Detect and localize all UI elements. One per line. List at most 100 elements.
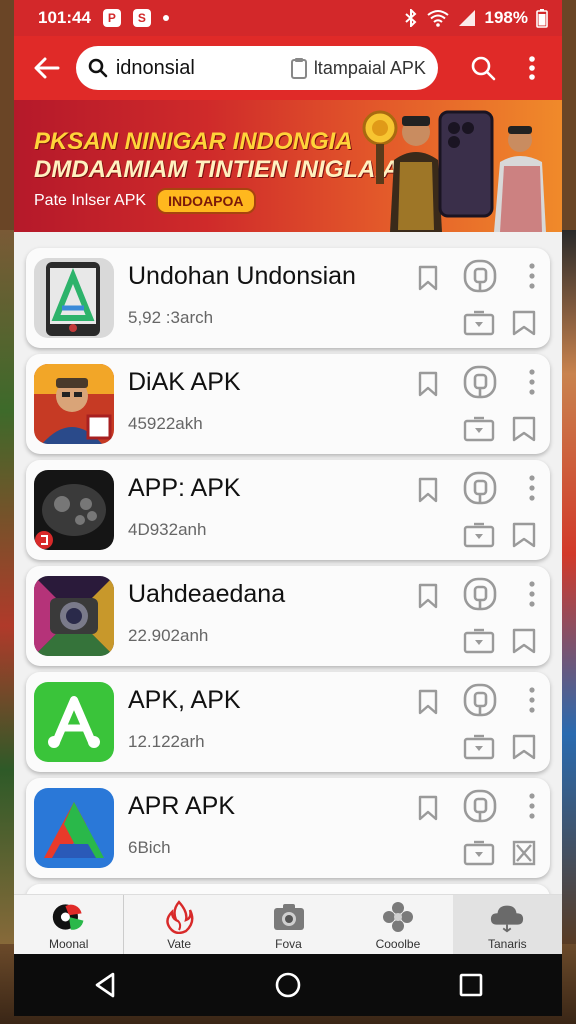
share-button[interactable] [462,682,498,718]
more-options-button[interactable] [515,48,550,88]
bookmark-icon [418,795,438,821]
bookmark-button[interactable] [414,580,442,612]
promo-banner[interactable]: PKSAN NINIGAR INDONGIA DMDAAMIAM TINTIEN… [14,100,562,232]
list-item[interactable]: Uahdeaedana 22.902anh [26,566,550,666]
list-item[interactable]: APR APK 6Bich [26,778,550,878]
status-bar: 101:44 P S 198% [14,0,562,36]
bookmark-icon [418,583,438,609]
install-button[interactable] [462,414,496,444]
tab-tanaris[interactable]: Tanaris [452,895,563,954]
tab-label: Vate [167,936,191,951]
more-button[interactable] [520,788,544,824]
search-icon [88,58,108,78]
tab-moonal[interactable]: Moonal [14,895,125,954]
list-item[interactable]: DiAK APK 45922akh [26,354,550,454]
banner-headline: PKSAN NINIGAR INDONGIA [34,128,353,155]
download-icon [463,734,495,760]
save-button[interactable] [510,308,538,338]
list-item[interactable]: Undohan Undonsian 5,92 :3arch [26,248,550,348]
bookmark-icon [512,522,536,548]
bookmark-icon [512,628,536,654]
system-nav-bar [14,954,562,1016]
list-item[interactable]: APK, APK 12.122arh [26,672,550,772]
list-item[interactable] [26,884,550,894]
nav-back-button[interactable] [80,960,130,1010]
more-vert-icon [529,687,535,713]
share-button[interactable] [462,576,498,612]
list-item[interactable]: APP: APK 4D932anh [26,460,550,560]
app-icon-portrait [34,364,114,444]
tab-label: Fova [275,936,302,951]
tab-vate[interactable]: Vate [124,895,233,954]
share-icon [463,365,497,399]
notification-app-icon: P [102,9,121,27]
bookmark-icon [418,265,438,291]
bookmark-icon [418,371,438,397]
back-button[interactable] [32,51,62,85]
download-icon [463,628,495,654]
app-meta: 6Bich [128,838,171,857]
logo-icon [51,899,87,935]
app-icon-green-a [34,682,114,762]
bookmark-icon [512,416,536,442]
wifi-icon [426,10,449,27]
app-title: APK, APK [128,686,241,714]
nav-recents-button[interactable] [446,960,496,1010]
remove-button[interactable] [510,838,538,868]
banner-subheadline: DMDAAMIAM TINTIEN INIGLAIA [34,156,400,183]
more-button[interactable] [520,682,544,718]
more-vert-icon [529,56,536,80]
install-button[interactable] [462,520,496,550]
app-meta: 45922akh [128,414,203,433]
bottom-tab-bar: Moonal Vate Fova Cooolbe Tanaris [14,894,563,954]
share-icon [463,789,497,823]
more-button[interactable] [520,576,544,612]
search-box[interactable]: ltampaial APK [75,46,438,90]
install-button[interactable] [462,732,496,762]
bookmark-icon [418,689,438,715]
install-button[interactable] [462,626,496,656]
search-filter[interactable]: ltampaial APK [290,57,426,79]
app-bar: ltampaial APK [14,36,562,100]
tab-fova[interactable]: Fova [234,895,343,954]
save-button[interactable] [510,732,538,762]
bookmark-button[interactable] [414,262,442,294]
search-button[interactable] [466,48,501,88]
save-button[interactable] [510,626,538,656]
cloud-icon [489,899,525,935]
save-button[interactable] [510,520,538,550]
share-button[interactable] [462,364,498,400]
search-filter-label: ltampaial APK [313,57,426,78]
signal-icon [458,10,475,26]
tab-label: Tanaris [487,936,527,951]
bookmark-button[interactable] [414,792,442,824]
more-button[interactable] [520,258,544,294]
share-icon [463,683,497,717]
save-button[interactable] [510,414,538,444]
app-meta: 5,92 :3arch [128,308,214,327]
install-button[interactable] [462,308,496,338]
app-icon-gamepad [34,470,114,550]
banner-badge[interactable]: INDOAPOA [156,188,256,214]
tab-label: Moonal [49,936,89,951]
app-title: APP: APK [128,474,241,502]
share-button[interactable] [462,258,498,294]
bookmark-button[interactable] [414,368,442,400]
share-button[interactable] [462,470,498,506]
search-input[interactable] [115,56,276,80]
share-icon [463,259,497,293]
tab-cooolbe[interactable]: Cooolbe [343,895,452,954]
install-button[interactable] [462,838,496,868]
home-circle-icon [275,972,301,998]
background-right [560,230,576,950]
bluetooth-icon [404,9,416,27]
bookmark-button[interactable] [414,474,442,506]
more-vert-icon [529,475,535,501]
bookmark-button[interactable] [414,686,442,718]
share-button[interactable] [462,788,498,824]
more-button[interactable] [520,364,544,400]
app-meta: 22.902anh [128,626,209,645]
more-button[interactable] [520,470,544,506]
nav-home-button[interactable] [263,960,313,1010]
battery-percent: 198% [484,8,528,27]
